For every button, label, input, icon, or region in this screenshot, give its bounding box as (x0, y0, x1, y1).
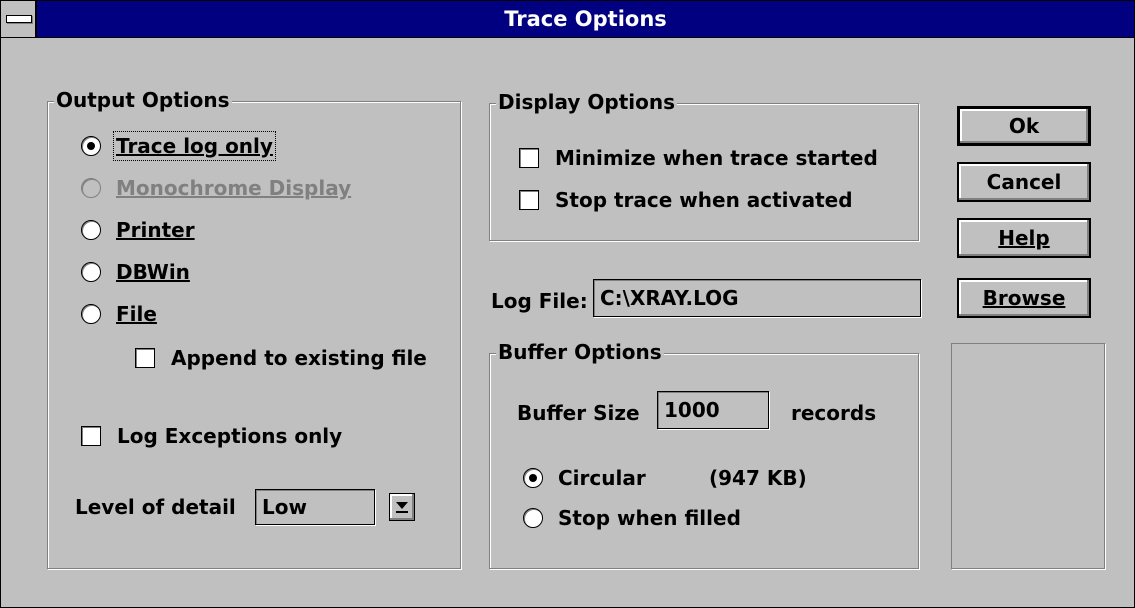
minimize-label: Minimize when trace started (555, 146, 878, 170)
level-of-detail-value: Low (262, 495, 307, 519)
help-label: Help (998, 226, 1050, 250)
dropdown-underline-icon (396, 510, 408, 513)
minimize-checkbox-row[interactable]: Minimize when trace started (519, 146, 878, 170)
records-label: records (791, 401, 877, 425)
radio-button[interactable] (81, 136, 101, 156)
radio-label: Printer (116, 218, 195, 242)
level-of-detail-label: Level of detail (75, 495, 236, 519)
preview-panel (951, 343, 1105, 569)
minimize-checkbox[interactable] (519, 148, 539, 168)
help-button[interactable]: Help (957, 218, 1091, 258)
display-options-label: Display Options (496, 90, 678, 114)
stop-trace-checkbox[interactable] (519, 190, 539, 210)
radio-button[interactable] (523, 468, 543, 488)
buffer-kb-text: (947 KB) (709, 466, 807, 490)
ok-label: Ok (1008, 114, 1040, 138)
radio-label: DBWin (116, 260, 190, 284)
radio-file[interactable]: File (81, 302, 157, 326)
output-options-label: Output Options (54, 88, 232, 112)
radio-button[interactable] (81, 220, 101, 240)
radio-printer[interactable]: Printer (81, 218, 195, 242)
log-exceptions-row[interactable]: Log Exceptions only (81, 424, 342, 448)
trace-options-dialog: Trace Options Output Options Trace log o… (0, 0, 1135, 608)
cancel-label: Cancel (986, 170, 1062, 194)
display-options-group: Display Options (489, 90, 919, 241)
log-file-value: C:\XRAY.LOG (600, 286, 739, 310)
radio-monochrome-display[interactable]: Monochrome Display (81, 176, 351, 200)
log-file-label: Log File: (491, 289, 588, 313)
stop-trace-checkbox-row[interactable]: Stop trace when activated (519, 188, 853, 212)
level-dropdown-button[interactable] (389, 493, 415, 521)
radio-stop-when-filled[interactable]: Stop when filled (523, 506, 741, 530)
radio-label: Stop when filled (558, 506, 741, 530)
buffer-size-label: Buffer Size (517, 401, 640, 425)
cancel-button[interactable]: Cancel (957, 162, 1091, 202)
dropdown-arrow-icon (396, 501, 408, 509)
window-title: Trace Options (504, 7, 667, 31)
radio-dbwin[interactable]: DBWin (81, 260, 190, 284)
buffer-size-value: 1000 (664, 398, 720, 422)
log-exceptions-checkbox[interactable] (81, 426, 101, 446)
system-menu-button[interactable] (1, 1, 37, 37)
radio-label: Circular (558, 466, 646, 490)
buffer-options-label: Buffer Options (496, 340, 664, 364)
log-file-input[interactable]: C:\XRAY.LOG (593, 279, 921, 317)
log-exceptions-label: Log Exceptions only (117, 424, 343, 448)
radio-button[interactable] (523, 508, 543, 528)
radio-button[interactable] (81, 304, 101, 324)
browse-label: Browse (982, 286, 1066, 310)
ok-button[interactable]: Ok (957, 106, 1091, 146)
radio-label: File (116, 302, 157, 326)
browse-button[interactable]: Browse (957, 278, 1091, 318)
radio-trace-log-only[interactable]: Trace log only (81, 131, 276, 161)
buffer-size-input[interactable]: 1000 (657, 391, 769, 429)
radio-label: Monochrome Display (116, 176, 352, 200)
level-of-detail-select[interactable]: Low (255, 489, 375, 525)
radio-button[interactable] (81, 178, 101, 198)
buffer-options-group: Buffer Options (489, 340, 919, 569)
append-checkbox-row[interactable]: Append to existing file (135, 346, 427, 370)
append-checkbox[interactable] (135, 348, 155, 368)
radio-circular[interactable]: Circular (523, 466, 646, 490)
append-label: Append to existing file (171, 346, 427, 370)
radio-button[interactable] (81, 262, 101, 282)
title-bar[interactable]: Trace Options (1, 1, 1134, 38)
stop-trace-label: Stop trace when activated (555, 188, 853, 212)
system-menu-icon (6, 15, 32, 23)
radio-label: Trace log only (113, 131, 276, 161)
